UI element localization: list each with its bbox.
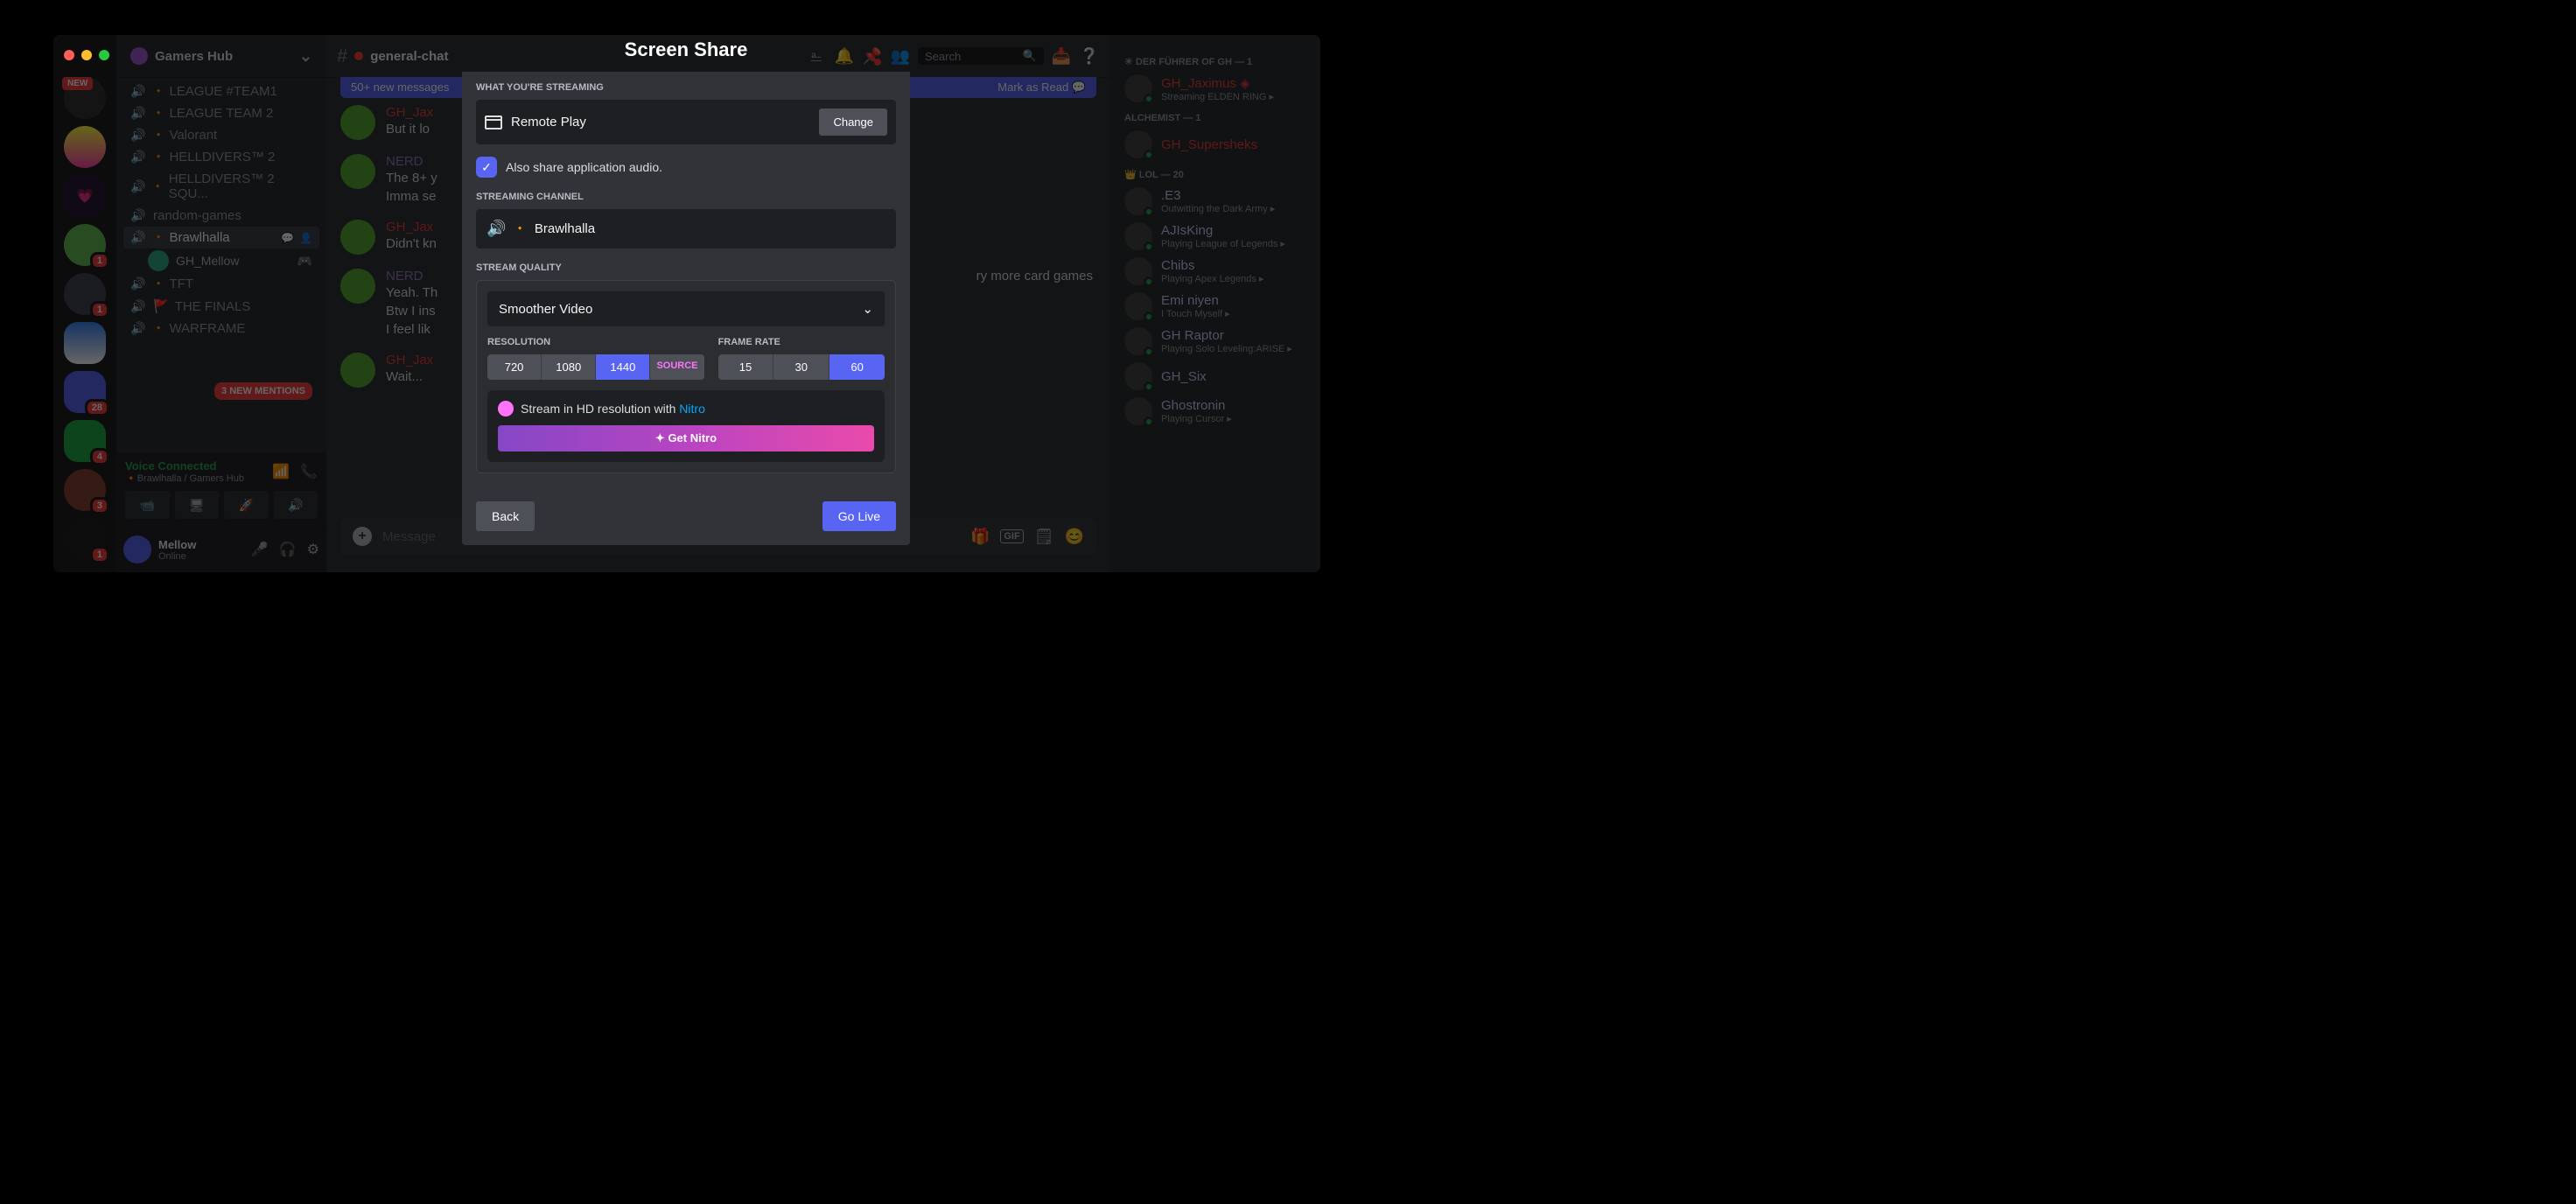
nitro-upsell: Stream in HD resolution with Nitro ✦ Get… [487,390,885,462]
resolution-option[interactable]: 720 [487,354,542,380]
resolution-segment: 72010801440SOURCE [487,354,704,380]
resolution-label: RESOLUTION [487,337,704,347]
section-header: STREAM QUALITY [476,262,896,273]
section-header: STREAMING CHANNEL [476,192,896,202]
close-icon[interactable] [64,50,74,60]
go-live-button[interactable]: Go Live [822,501,896,531]
share-audio-row[interactable]: ✓ Also share application audio. [476,157,896,178]
source-name: Remote Play [511,115,810,130]
framerate-label: FRAME RATE [718,337,885,347]
nitro-icon [498,401,514,416]
framerate-option[interactable]: 15 [718,354,774,380]
resolution-option[interactable]: SOURCE [650,354,704,380]
quality-box: Smoother Video ⌄ RESOLUTION 72010801440S… [476,280,896,473]
streaming-channel-row[interactable]: 🔊 🔸 Brawlhalla [476,209,896,248]
checkbox-checked-icon[interactable]: ✓ [476,157,497,178]
section-header: WHAT YOU'RE STREAMING [476,82,896,93]
share-audio-label: Also share application audio. [506,160,662,174]
framerate-option[interactable]: 60 [830,354,885,380]
framerate-option[interactable]: 30 [774,354,830,380]
diamond-icon: 🔸 [514,224,525,234]
screen-share-modal: WHAT YOU'RE STREAMING Remote Play Change… [462,72,910,545]
speaker-icon: 🔊 [486,220,506,238]
maximize-icon[interactable] [99,50,109,60]
stream-source-row: Remote Play Change [476,100,896,144]
modal-title: Screen Share [625,38,748,61]
change-button[interactable]: Change [819,108,887,136]
channel-name: Brawlhalla [535,221,595,236]
chevron-down-icon: ⌄ [862,301,873,317]
resolution-option[interactable]: 1080 [542,354,596,380]
quality-preset-select[interactable]: Smoother Video ⌄ [487,291,885,326]
resolution-option[interactable]: 1440 [596,354,650,380]
window-icon [485,116,502,130]
window-traffic-lights[interactable] [64,50,109,60]
minimize-icon[interactable] [81,50,92,60]
get-nitro-button[interactable]: ✦ Get Nitro [498,425,874,452]
back-button[interactable]: Back [476,501,535,531]
nitro-link[interactable]: Nitro [679,402,705,416]
framerate-segment: 153060 [718,354,885,380]
